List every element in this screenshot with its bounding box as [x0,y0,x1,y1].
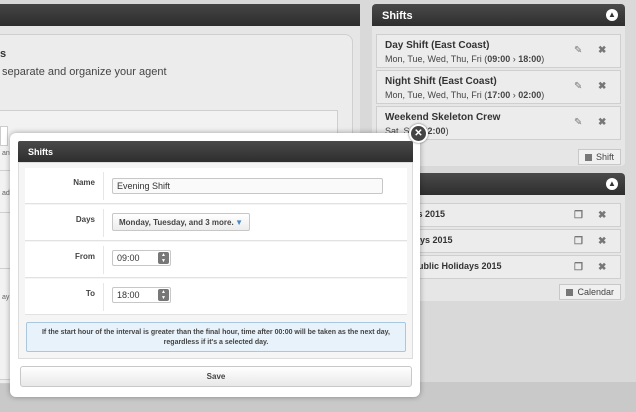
left-fragment: ay [2,294,10,301]
divider [103,209,104,237]
from-row: From 09:00 ▲ ▼ [25,242,407,278]
days-row: Days Monday, Tuesday, and 3 more. ▼ [25,205,407,241]
add-icon [584,154,592,162]
left-description: separate and organize your agent [2,66,167,78]
edit-icon[interactable]: ✎ [574,46,584,56]
collapse-icon[interactable]: ▲ [606,178,618,190]
left-heading: s [0,48,7,60]
delete-icon[interactable]: ✖ [598,263,608,273]
name-row: Name Evening Shift [25,168,407,204]
from-time-field[interactable]: 09:00 ▲ ▼ [112,250,171,266]
modal-title: Shifts [18,141,413,162]
to-row: To 18:00 ▲ ▼ [25,279,407,315]
to-time-field[interactable]: 18:00 ▲ ▼ [112,287,171,303]
divider [103,283,104,311]
info-message: If the start hour of the interval is gre… [26,322,406,352]
left-fragment: an [2,150,10,157]
copy-icon[interactable]: ❐ [574,211,584,221]
delete-icon[interactable]: ✖ [598,46,608,56]
from-label: From [75,252,95,261]
delete-icon[interactable]: ✖ [598,237,608,247]
spinner-icon[interactable]: ▲ ▼ [158,252,169,264]
shifts-panel-title: Shifts [382,10,413,22]
name-label: Name [73,178,95,187]
edit-icon[interactable]: ✎ [574,118,584,128]
add-icon [566,289,574,297]
divider [103,246,104,274]
list-item[interactable]: Night Shift (East Coast) Mon, Tue, Wed, … [376,70,621,104]
close-icon: ✕ [411,126,426,141]
days-select[interactable]: Monday, Tuesday, and 3 more. ▼ [112,213,250,231]
add-shift-button[interactable]: Shift [577,149,621,165]
add-calendar-button[interactable]: Calendar [559,284,621,300]
edit-icon[interactable]: ✎ [574,82,584,92]
to-label: To [85,289,95,298]
delete-icon[interactable]: ✖ [598,211,608,221]
left-panel-header [0,4,360,26]
collapse-icon[interactable]: ▲ [606,9,618,21]
copy-icon[interactable]: ❐ [574,263,584,273]
delete-icon[interactable]: ✖ [598,118,608,128]
copy-icon[interactable]: ❐ [574,237,584,247]
close-button[interactable]: ✕ [409,124,428,143]
name-field[interactable]: Evening Shift [112,178,383,194]
divider [103,172,104,200]
chevron-down-icon: ▼ [235,218,243,227]
left-sub-tab[interactable] [0,126,8,146]
save-button[interactable]: Save [20,366,412,387]
shifts-panel-header: Shifts ▲ [372,4,625,26]
days-label: Days [75,215,95,224]
list-item[interactable]: Day Shift (East Coast) Mon, Tue, Wed, Th… [376,34,621,68]
spinner-icon[interactable]: ▲ ▼ [158,289,169,301]
delete-icon[interactable]: ✖ [598,82,608,92]
